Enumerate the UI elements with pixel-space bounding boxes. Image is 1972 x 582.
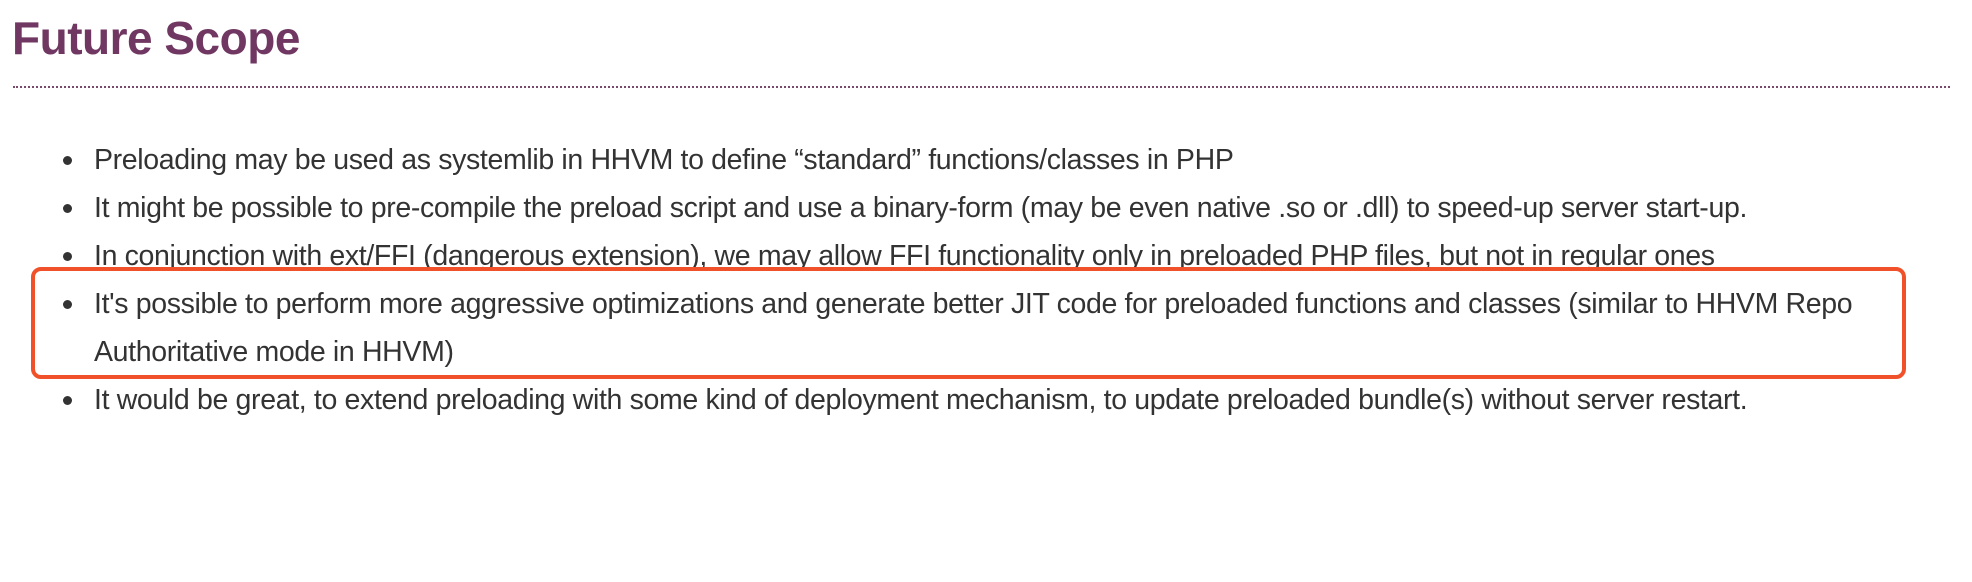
section-heading: Future Scope — [12, 12, 300, 64]
bullet-icon — [63, 252, 72, 261]
list-item-text: Preloading may be used as systemlib in H… — [94, 144, 1234, 176]
list-item-text: It would be great, to extend preloading … — [94, 384, 1748, 416]
highlight-box — [31, 267, 1906, 379]
bullet-icon — [63, 156, 72, 165]
list-item: Preloading may be used as systemlib in H… — [63, 136, 1944, 184]
dotted-divider — [13, 86, 1950, 88]
list-item: It might be possible to pre-compile the … — [63, 184, 1944, 232]
list-item: It would be great, to extend preloading … — [63, 376, 1944, 424]
list-item-text: It might be possible to pre-compile the … — [94, 192, 1748, 224]
bullet-icon — [63, 204, 72, 213]
bullet-icon — [63, 396, 72, 405]
